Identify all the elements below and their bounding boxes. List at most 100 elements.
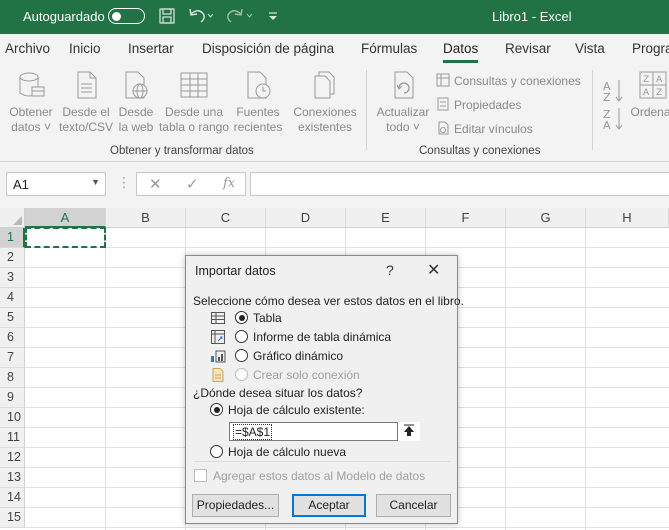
- import-data-dialog: Importar datos ? ✕ Seleccione cómo desea…: [185, 255, 464, 524]
- tab-inicio[interactable]: Inicio: [69, 41, 101, 56]
- row-header[interactable]: 15: [0, 508, 25, 528]
- ok-button[interactable]: Aceptar: [292, 494, 366, 517]
- recent-file-icon: [247, 71, 271, 99]
- queries-connections-button[interactable]: Consultas y conexiones: [436, 73, 581, 88]
- dialog-title: Importar datos: [195, 264, 276, 278]
- row-header[interactable]: 10: [0, 408, 25, 428]
- column-header[interactable]: E: [346, 208, 426, 228]
- tab-revisar[interactable]: Revisar: [505, 41, 551, 56]
- column-header[interactable]: D: [266, 208, 346, 228]
- column-header[interactable]: G: [506, 208, 586, 228]
- formula-input[interactable]: [250, 172, 669, 196]
- row-header[interactable]: 1: [0, 228, 25, 248]
- name-box[interactable]: A1 ▼: [6, 172, 106, 196]
- queries-connections-icon: [436, 73, 450, 87]
- sort-button[interactable]: ZAAZ Ordenar: [630, 69, 669, 120]
- arrow-up-icon: [404, 424, 414, 436]
- tab-vista[interactable]: Vista: [575, 41, 605, 56]
- refresh-icon: [394, 71, 414, 99]
- help-icon[interactable]: ?: [386, 262, 394, 278]
- row-header[interactable]: 6: [0, 328, 25, 348]
- cancel-button[interactable]: Cancelar: [376, 494, 451, 517]
- properties-button[interactable]: Propiedades: [436, 97, 521, 112]
- gridline: [25, 527, 669, 528]
- existing-connections-button[interactable]: Conexiones existentes: [290, 69, 360, 135]
- cancel-entry-icon[interactable]: ✕: [149, 175, 162, 193]
- row-header[interactable]: 9: [0, 388, 25, 408]
- option-pivot-chart-radio[interactable]: [235, 349, 248, 362]
- row-header[interactable]: 7: [0, 348, 25, 368]
- place-prompt: ¿Dónde desea situar los datos?: [193, 386, 363, 400]
- refresh-all-button[interactable]: Actualizar todo ˅: [372, 69, 434, 135]
- option-connection-only-radio[interactable]: [235, 368, 248, 381]
- table-icon: [211, 312, 225, 324]
- from-text-csv-button[interactable]: Desde el texto/CSV: [58, 69, 114, 135]
- column-header[interactable]: H: [586, 208, 669, 228]
- column-header[interactable]: C: [186, 208, 266, 228]
- sort-dialog-icon: Z AA Z: [639, 71, 666, 99]
- collapse-dialog-button[interactable]: [397, 422, 420, 441]
- row-header[interactable]: 12: [0, 448, 25, 468]
- select-all-button[interactable]: [0, 208, 25, 228]
- existing-sheet-radio[interactable]: [210, 403, 223, 416]
- edit-links-icon: [438, 121, 449, 135]
- row-header[interactable]: 4: [0, 288, 25, 308]
- row-header[interactable]: 5: [0, 308, 25, 328]
- reference-input[interactable]: =$A$1: [229, 422, 420, 441]
- option-pivot-table-label[interactable]: Informe de tabla dinámica: [253, 330, 391, 344]
- sort-az-icon: AZZA: [603, 80, 623, 132]
- active-cell-a1[interactable]: [25, 227, 106, 248]
- undo-icon[interactable]: [187, 7, 214, 27]
- get-data-button[interactable]: Obtener datos ˅: [7, 69, 55, 135]
- ribbon: Obtener datos ˅ Desde el texto/CSV Desde la…: [0, 64, 669, 162]
- save-icon[interactable]: [158, 7, 176, 27]
- column-header[interactable]: B: [106, 208, 186, 228]
- row-header[interactable]: 2: [0, 248, 25, 268]
- tab-archivo[interactable]: Archivo: [5, 41, 50, 56]
- column-header[interactable]: A: [25, 208, 106, 228]
- svg-text:Z: Z: [643, 75, 649, 85]
- customize-qat-icon[interactable]: [268, 7, 278, 27]
- from-table-range-button[interactable]: Desde una tabla o rango: [158, 69, 230, 135]
- from-web-button[interactable]: Desde la web: [116, 69, 156, 135]
- tab-datos[interactable]: Datos: [443, 41, 479, 63]
- option-pivot-table-radio[interactable]: [235, 330, 248, 343]
- row-header[interactable]: 13: [0, 468, 25, 488]
- tab-programador[interactable]: Progra: [632, 41, 669, 56]
- redo-icon[interactable]: [226, 7, 254, 27]
- row-header[interactable]: 8: [0, 368, 25, 388]
- autosave-toggle[interactable]: [108, 8, 145, 24]
- row-header[interactable]: 14: [0, 488, 25, 508]
- option-tabla-radio[interactable]: [235, 311, 248, 324]
- tab-disposicion[interactable]: Disposición de página: [202, 41, 334, 56]
- properties-icon: [437, 97, 449, 111]
- formula-bar-grip-icon[interactable]: ⋮: [117, 174, 131, 191]
- row-header[interactable]: 11: [0, 428, 25, 448]
- confirm-entry-icon[interactable]: ✓: [186, 175, 199, 193]
- insert-function-icon[interactable]: fx: [223, 176, 235, 191]
- column-header[interactable]: F: [426, 208, 506, 228]
- close-icon[interactable]: ✕: [427, 260, 440, 280]
- chevron-down-icon[interactable]: ▼: [91, 177, 100, 187]
- database-icon: [19, 72, 45, 97]
- pivot-table-icon: [211, 330, 225, 344]
- tab-insertar[interactable]: Insertar: [128, 41, 174, 56]
- autosave-label: Autoguardado: [23, 9, 105, 24]
- existing-sheet-label[interactable]: Hoja de cálculo existente:: [228, 403, 365, 417]
- formula-buttons: ✕ ✓ fx: [136, 172, 246, 196]
- option-tabla-label[interactable]: Tabla: [253, 311, 282, 325]
- sort-az-buttons[interactable]: AZZA: [601, 74, 625, 134]
- connection-only-icon: [212, 368, 224, 382]
- properties-button[interactable]: Propiedades...: [192, 494, 279, 517]
- data-model-checkbox[interactable]: [194, 469, 207, 482]
- tab-formulas[interactable]: Fórmulas: [361, 41, 417, 56]
- option-pivot-chart-label[interactable]: Gráfico dinámico: [253, 349, 343, 363]
- edit-links-button[interactable]: Editar vínculos: [436, 121, 533, 136]
- ribbon-tabs: Archivo Inicio Insertar Disposición de p…: [0, 34, 669, 64]
- new-sheet-label[interactable]: Hoja de cálculo nueva: [228, 445, 346, 459]
- svg-text:Z: Z: [603, 91, 611, 104]
- connection-files-icon: [314, 71, 335, 99]
- recent-sources-button[interactable]: Fuentes recientes: [232, 69, 284, 135]
- new-sheet-radio[interactable]: [210, 445, 223, 458]
- row-header[interactable]: 3: [0, 268, 25, 288]
